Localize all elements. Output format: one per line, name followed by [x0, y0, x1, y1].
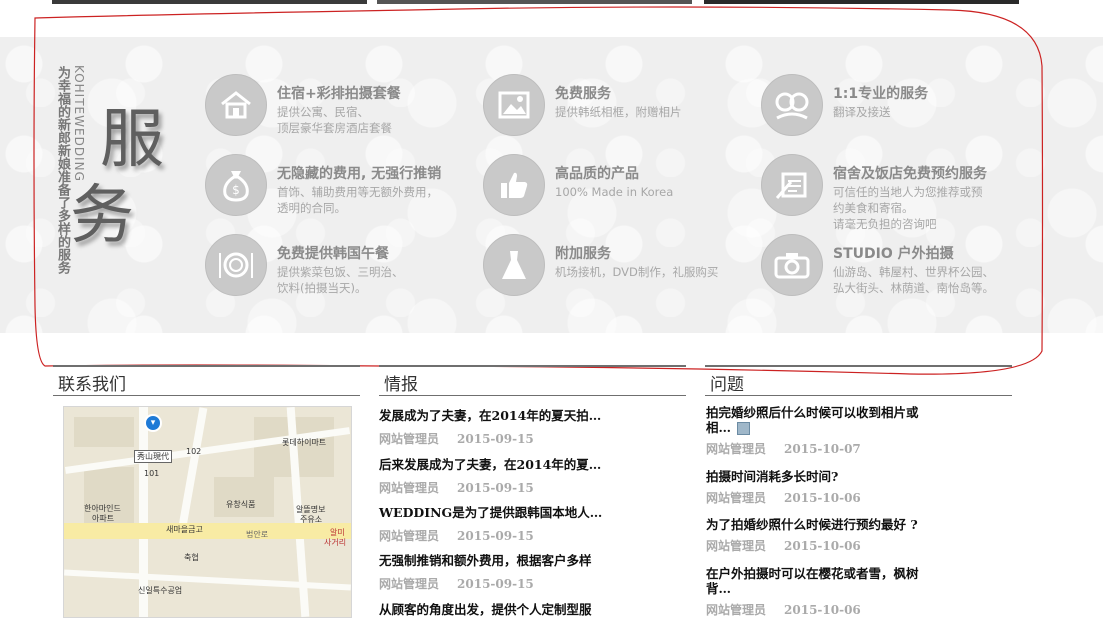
news-list-item[interactable]: 无强制推销和额外费用，根据客户多样 网站管理员 2015-09-15 [379, 550, 679, 592]
news-list-item[interactable]: WEDDING是为了提供跟韩国本地人… 网站管理员 2015-09-15 [379, 502, 679, 544]
thumbs-up-icon [483, 154, 545, 216]
service-item-desc: 100% Made in Korea [555, 185, 674, 199]
service-item: 高品质的产品 100% Made in Korea [483, 154, 743, 220]
map-label: 아파트 [92, 514, 115, 523]
map-label-hotel: 秀山現代 [134, 450, 172, 463]
service-title-char-2: 务 [70, 179, 134, 253]
camera-icon [761, 234, 823, 296]
service-item-title: 住宿+彩排拍摄套餐 [277, 86, 401, 102]
news-list-item[interactable]: 后来发展成为了夫妻，在2014年的夏… 网站管理员 2015-09-15 [379, 454, 679, 496]
news-list-item[interactable]: 发展成为了夫妻，在2014年的夏天拍… 网站管理员 2015-09-15 [379, 405, 679, 447]
service-tagline: 为幸福的新郎新娘准备了多样的服务 [55, 66, 70, 274]
qa-meta: 网站管理员 2015-10-06 [706, 603, 861, 617]
qa-header: 问题 [705, 365, 1012, 396]
qa-title[interactable]: 拍摄时间消耗多长时间? [706, 469, 946, 484]
location-map[interactable]: 秀山現代 롯데하이마트 한아마인드 아파트 유창식품 알뜰명보 주유소 새마을금… [63, 406, 352, 618]
service-title-char-1: 服 [100, 103, 164, 177]
contact-header: 联系我们 [53, 365, 360, 396]
service-item-desc: 机场接机，DVD制作，礼服购买 [555, 265, 719, 279]
map-label: 신일특수공업 [138, 586, 183, 595]
dress-icon [483, 234, 545, 296]
news-meta: 网站管理员 2015-09-15 [379, 577, 534, 591]
couple-icon [761, 74, 823, 136]
service-title: 服 务 [70, 100, 180, 270]
map-label: 축협 [184, 553, 199, 562]
qa-meta: 网站管理员 2015-10-06 [706, 491, 861, 505]
news-title[interactable]: 发展成为了夫妻，在2014年的夏天拍… [379, 405, 679, 424]
news-list-item[interactable]: 从顾客的角度出发，提供个人定制型服 [379, 599, 679, 618]
news-title[interactable]: 无强制推销和额外费用，根据客户多样 [379, 550, 679, 569]
service-item-title: 1:1专业的服务 [833, 86, 929, 102]
qa-meta: 网站管理员 2015-10-07 [706, 442, 861, 456]
map-label: 새마을금고 [166, 525, 203, 534]
picture-icon [483, 74, 545, 136]
news-meta: 网站管理员 2015-09-15 [379, 481, 534, 495]
service-item: 免费提供韩国午餐 提供紫菜包饭、三明治、 饮料(拍摄当天)。 [205, 234, 465, 300]
service-item-desc: 提供公寓、民宿、 顶层豪华套房酒店套餐 [277, 105, 392, 135]
house-icon [205, 74, 267, 136]
service-item-title: 高品质的产品 [555, 166, 639, 182]
map-label: 102 [186, 447, 202, 456]
service-item-desc: 首饰、辅助费用等无额外费用， 透明的合同。 [277, 185, 438, 215]
map-pin-icon[interactable]: ▾ [144, 414, 162, 432]
service-item: $ 无隐藏的费用, 无强行推销 首饰、辅助费用等无额外费用， 透明的合同。 [205, 154, 465, 220]
service-item: 免费服务 提供韩纸相框，附赠相片 [483, 74, 743, 140]
service-item-desc: 提供紫菜包饭、三明治、 饮料(拍摄当天)。 [277, 265, 404, 295]
svg-text:$: $ [232, 183, 240, 197]
service-item-title: 免费提供韩国午餐 [277, 246, 389, 262]
service-item: 1:1专业的服务 翻译及接送 [761, 74, 1021, 140]
map-label: 유창식품 [226, 500, 256, 509]
contact-header-label: 联系我们 [58, 375, 126, 395]
qa-title[interactable]: 为了拍婚纱照什么时候进行预约最好 ? [706, 517, 946, 532]
service-item: 宿舍及饭店免费预约服务 可信任的当地人为您推荐或预 约美食和寄宿。 请毫无负担的咨询… [761, 154, 1021, 231]
news-meta: 网站管理员 2015-09-15 [379, 432, 534, 446]
service-item-desc: 翻译及接送 [833, 105, 891, 119]
service-item-title: 免费服务 [555, 86, 611, 102]
news-title[interactable]: 从顾客的角度出发，提供个人定制型服 [379, 599, 679, 618]
top-photo-1[interactable] [52, 0, 367, 4]
qa-list-item[interactable]: 拍完婚纱照后什么时候可以收到相片或 相… 网站管理员 2015-10-07 [706, 405, 946, 457]
top-photo-3[interactable] [704, 0, 1019, 4]
service-item-desc: 可信任的当地人为您推荐或预 约美食和寄宿。 请毫无负担的咨询吧 [833, 185, 983, 231]
qa-list-item[interactable]: 拍摄时间消耗多长时间? 网站管理员 2015-10-06 [706, 469, 946, 506]
service-item: 住宿+彩排拍摄套餐 提供公寓、民宿、 顶层豪华套房酒店套餐 [205, 74, 465, 140]
news-title[interactable]: WEDDING是为了提供跟韩国本地人… [379, 502, 679, 521]
qa-list-item[interactable]: 为了拍婚纱照什么时候进行预约最好 ? 网站管理员 2015-10-06 [706, 517, 946, 554]
top-photo-2[interactable] [377, 0, 692, 4]
attachment-icon [737, 422, 751, 435]
news-title[interactable]: 后来发展成为了夫妻，在2014年的夏… [379, 454, 679, 473]
news-header: 情报 [379, 365, 686, 396]
service-item-title: 无隐藏的费用, 无强行推销 [277, 166, 442, 182]
plate-icon [205, 234, 267, 296]
map-label: 롯데하이마트 [282, 438, 327, 447]
map-label: 101 [144, 469, 160, 478]
pen-paper-icon [761, 154, 823, 216]
qa-list-item[interactable]: 在户外拍摄时可以在樱花或者雪，枫树 背… 网站管理员 2015-10-06 [706, 566, 946, 618]
news-meta: 网站管理员 2015-09-15 [379, 529, 534, 543]
top-photo-strip [0, 0, 1103, 6]
service-item: 附加服务 机场接机，DVD制作，礼服购买 [483, 234, 743, 300]
news-header-label: 情报 [384, 375, 418, 395]
service-item-title: 附加服务 [555, 246, 611, 262]
map-label: 사거리 [324, 538, 347, 547]
qa-title[interactable]: 在户外拍摄时可以在樱花或者雪，枫树 背… [706, 566, 946, 596]
qa-title[interactable]: 拍完婚纱照后什么时候可以收到相片或 相… [706, 405, 946, 435]
map-label: 법안로 [246, 530, 269, 539]
service-item-desc: 提供韩纸相框，附赠相片 [555, 105, 682, 119]
qa-meta: 网站管理员 2015-10-06 [706, 539, 861, 553]
qa-header-label: 问题 [710, 375, 744, 395]
service-item-title: STUDIO 户外拍摄 [833, 246, 954, 262]
service-item: STUDIO 户外拍摄 仙游岛、韩屋村、世界杯公园、 弘大街头、林荫道、南怡岛等。 [761, 234, 1021, 300]
money-bag-icon: $ [205, 154, 267, 216]
service-item-title: 宿舍及饭店免费预约服务 [833, 166, 987, 182]
map-label: 주유소 [300, 515, 323, 524]
service-item-desc: 仙游岛、韩屋村、世界杯公园、 弘大街头、林荫道、南怡岛等。 [833, 265, 994, 295]
